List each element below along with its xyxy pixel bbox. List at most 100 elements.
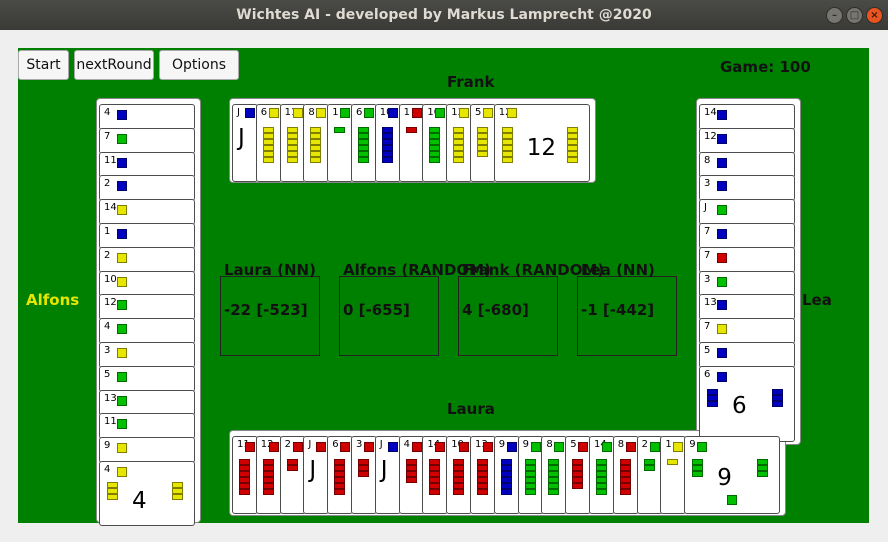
card-value: 6 bbox=[704, 368, 711, 380]
card[interactable]: 12 bbox=[255, 436, 282, 514]
card[interactable]: 4 bbox=[99, 104, 195, 130]
suit-marker-icon bbox=[435, 442, 446, 452]
card[interactable]: 6 bbox=[351, 104, 377, 182]
suit-marker-icon bbox=[717, 348, 727, 358]
card-value: 1 bbox=[665, 439, 672, 450]
pip-icon bbox=[477, 151, 488, 157]
card[interactable]: 2 bbox=[99, 175, 195, 202]
card[interactable]: 2 bbox=[99, 246, 195, 273]
card[interactable]: 4 bbox=[398, 436, 425, 514]
pip-icon bbox=[172, 494, 183, 500]
maximize-icon[interactable]: □ bbox=[846, 7, 863, 24]
card[interactable]: 8 bbox=[612, 436, 639, 514]
pip-icon bbox=[107, 494, 118, 500]
game-counter: Game: 100 bbox=[720, 58, 811, 76]
options-button[interactable]: Options bbox=[159, 50, 239, 80]
card[interactable]: 12 bbox=[699, 127, 795, 154]
card[interactable]: 10 bbox=[374, 104, 401, 182]
card[interactable]: 3 bbox=[699, 270, 795, 297]
suit-marker-icon bbox=[717, 371, 727, 382]
card[interactable]: 14 bbox=[589, 436, 615, 514]
card[interactable]: 11 bbox=[99, 413, 195, 440]
card[interactable]: 9 bbox=[493, 436, 520, 514]
card[interactable]: 1 bbox=[398, 104, 425, 182]
card[interactable]: JJ bbox=[303, 436, 330, 514]
suit-marker-icon bbox=[340, 108, 351, 118]
card[interactable]: JJ bbox=[232, 104, 258, 182]
card-value: 2 bbox=[104, 178, 111, 190]
card[interactable]: 3 bbox=[699, 175, 795, 202]
card[interactable]: 9 bbox=[517, 436, 544, 514]
suit-marker-icon bbox=[554, 442, 565, 452]
card[interactable]: 14 bbox=[699, 104, 795, 130]
card[interactable]: 10 bbox=[422, 104, 449, 182]
card[interactable]: 7 bbox=[699, 246, 795, 273]
card[interactable]: 12 bbox=[99, 294, 195, 321]
card[interactable]: 8 bbox=[303, 104, 330, 182]
card[interactable]: 6 bbox=[327, 436, 354, 514]
card[interactable]: 7 bbox=[699, 318, 795, 345]
card[interactable]: J bbox=[699, 199, 795, 226]
pip-icon bbox=[239, 489, 250, 495]
card[interactable]: 99 bbox=[684, 436, 781, 514]
card[interactable]: 9 bbox=[99, 437, 195, 464]
card[interactable]: 13 bbox=[446, 104, 473, 182]
card-value: 14 bbox=[104, 202, 117, 214]
card[interactable]: 12 12 bbox=[493, 104, 590, 182]
card[interactable]: 1 bbox=[327, 104, 354, 182]
card[interactable]: 7 bbox=[699, 223, 795, 249]
card-value: 2 bbox=[104, 249, 111, 261]
card-value: 7 bbox=[704, 321, 711, 333]
close-icon[interactable]: × bbox=[866, 7, 883, 24]
suit-marker-icon bbox=[117, 205, 127, 216]
card-value: J bbox=[308, 439, 312, 450]
card[interactable]: 8 bbox=[541, 436, 568, 514]
suit-marker-icon bbox=[387, 108, 398, 118]
card[interactable]: 11 bbox=[279, 104, 306, 182]
suit-marker-icon bbox=[117, 443, 127, 454]
card[interactable]: 11 bbox=[232, 436, 258, 514]
suit-marker-icon bbox=[117, 252, 127, 263]
card[interactable]: 14 bbox=[99, 199, 195, 226]
card[interactable]: 44 bbox=[99, 461, 195, 526]
card[interactable]: 8 bbox=[699, 151, 795, 178]
card[interactable]: 3 bbox=[351, 436, 377, 514]
card[interactable]: 5 bbox=[699, 342, 795, 368]
card[interactable]: 7 bbox=[99, 127, 195, 154]
card[interactable]: 5 bbox=[565, 436, 592, 514]
pip-icon bbox=[667, 459, 679, 465]
card[interactable]: 1 bbox=[660, 436, 687, 514]
suit-marker-icon bbox=[117, 467, 127, 477]
start-button[interactable]: Start bbox=[18, 50, 69, 80]
card[interactable]: 2 bbox=[279, 436, 306, 514]
suit-marker-icon bbox=[117, 133, 127, 144]
card[interactable]: 10 bbox=[446, 436, 473, 514]
card[interactable]: 3 bbox=[99, 342, 195, 368]
card[interactable]: 13 bbox=[470, 436, 496, 514]
card[interactable]: 66 bbox=[699, 365, 795, 442]
card-value: J bbox=[237, 107, 240, 118]
card[interactable]: 14 bbox=[422, 436, 449, 514]
card-value: 9 bbox=[104, 440, 111, 452]
card[interactable]: JJ bbox=[374, 436, 401, 514]
card-value: 2 bbox=[641, 439, 648, 450]
card[interactable]: 1 bbox=[99, 223, 195, 249]
card[interactable]: 5 bbox=[470, 104, 496, 182]
card[interactable]: 13 bbox=[699, 294, 795, 321]
suit-marker-icon bbox=[245, 108, 255, 118]
score-name-lea: Lea (NN) bbox=[581, 261, 655, 279]
suit-marker-icon bbox=[717, 110, 727, 120]
card[interactable]: 2 bbox=[636, 436, 663, 514]
card[interactable]: 5 bbox=[99, 365, 195, 392]
card[interactable]: 13 bbox=[99, 389, 195, 416]
suit-marker-icon bbox=[483, 442, 493, 452]
next-round-button[interactable]: nextRound bbox=[74, 50, 154, 80]
card[interactable]: 10 bbox=[99, 270, 195, 297]
card[interactable]: 6 bbox=[255, 104, 282, 182]
minimize-icon[interactable]: – bbox=[826, 7, 843, 24]
card[interactable]: 11 bbox=[99, 151, 195, 178]
card[interactable]: 4 bbox=[99, 318, 195, 345]
card-value: 5 bbox=[104, 368, 111, 380]
pip-icon bbox=[772, 400, 783, 407]
card-value: 7 bbox=[704, 226, 711, 237]
